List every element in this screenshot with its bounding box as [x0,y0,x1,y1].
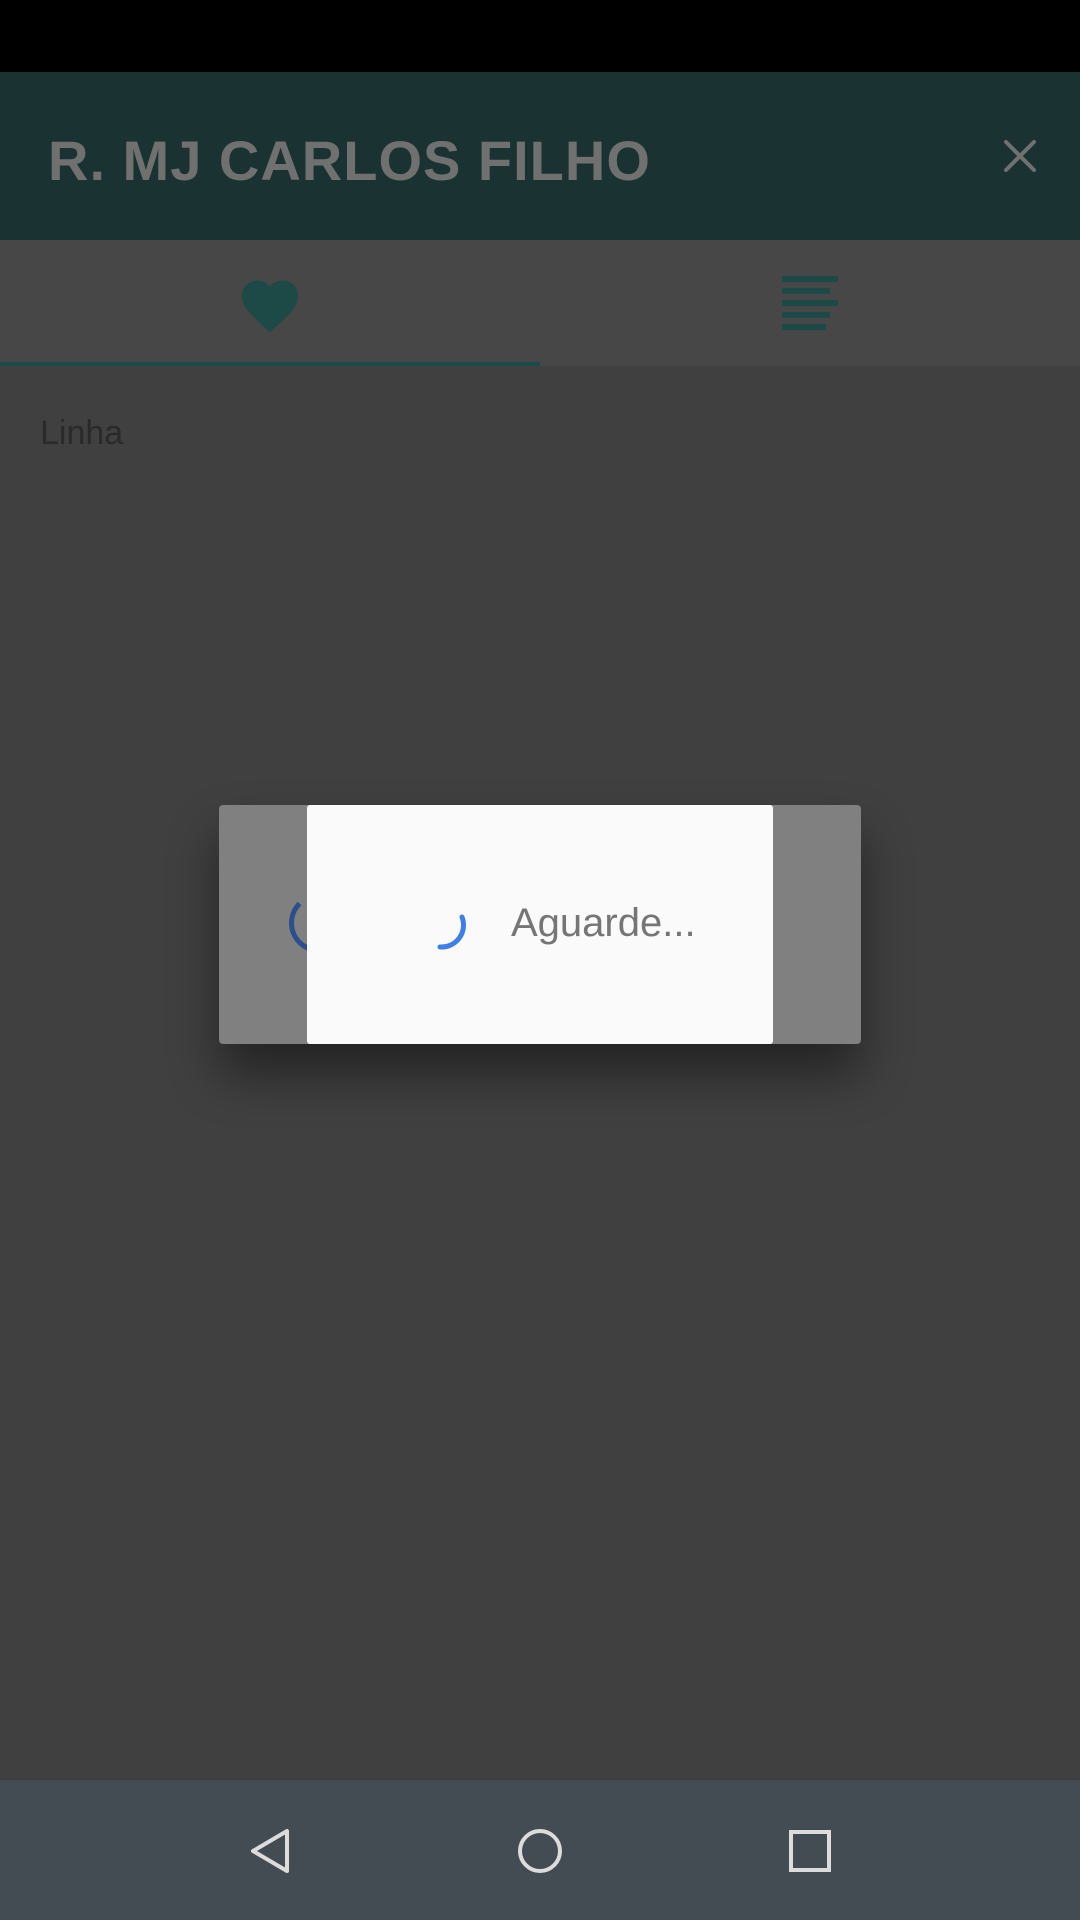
tab-favorites[interactable] [0,240,540,366]
list-icon [782,276,838,330]
page-title: R. MJ CARLOS FILHO [48,129,651,192]
loading-message: Aguarde... [511,901,696,945]
back-icon [251,1829,289,1873]
app-bar: R. MJ CARLOS FILHO [0,72,1080,240]
linha-label: Linha [40,414,124,452]
tab-bar [0,240,1080,366]
tab-list[interactable] [540,240,1080,366]
recents-icon [789,1830,831,1872]
close-icon [1004,140,1036,172]
screen: R. MJ CARLOS FILHO Linha . [0,0,1080,1920]
status-bar [0,0,1080,72]
heart-icon [241,280,299,333]
nav-back-button[interactable] [180,1780,360,1920]
nav-recents-button[interactable] [720,1780,900,1920]
content-area: Linha [0,366,1080,1778]
loading-dialog: Aguarde... [307,805,773,1044]
close-button[interactable] [984,120,1056,192]
loading-spinner-icon [437,914,467,950]
home-icon [518,1829,562,1873]
nav-home-button[interactable] [450,1780,630,1920]
system-nav-bar [0,1778,1080,1920]
